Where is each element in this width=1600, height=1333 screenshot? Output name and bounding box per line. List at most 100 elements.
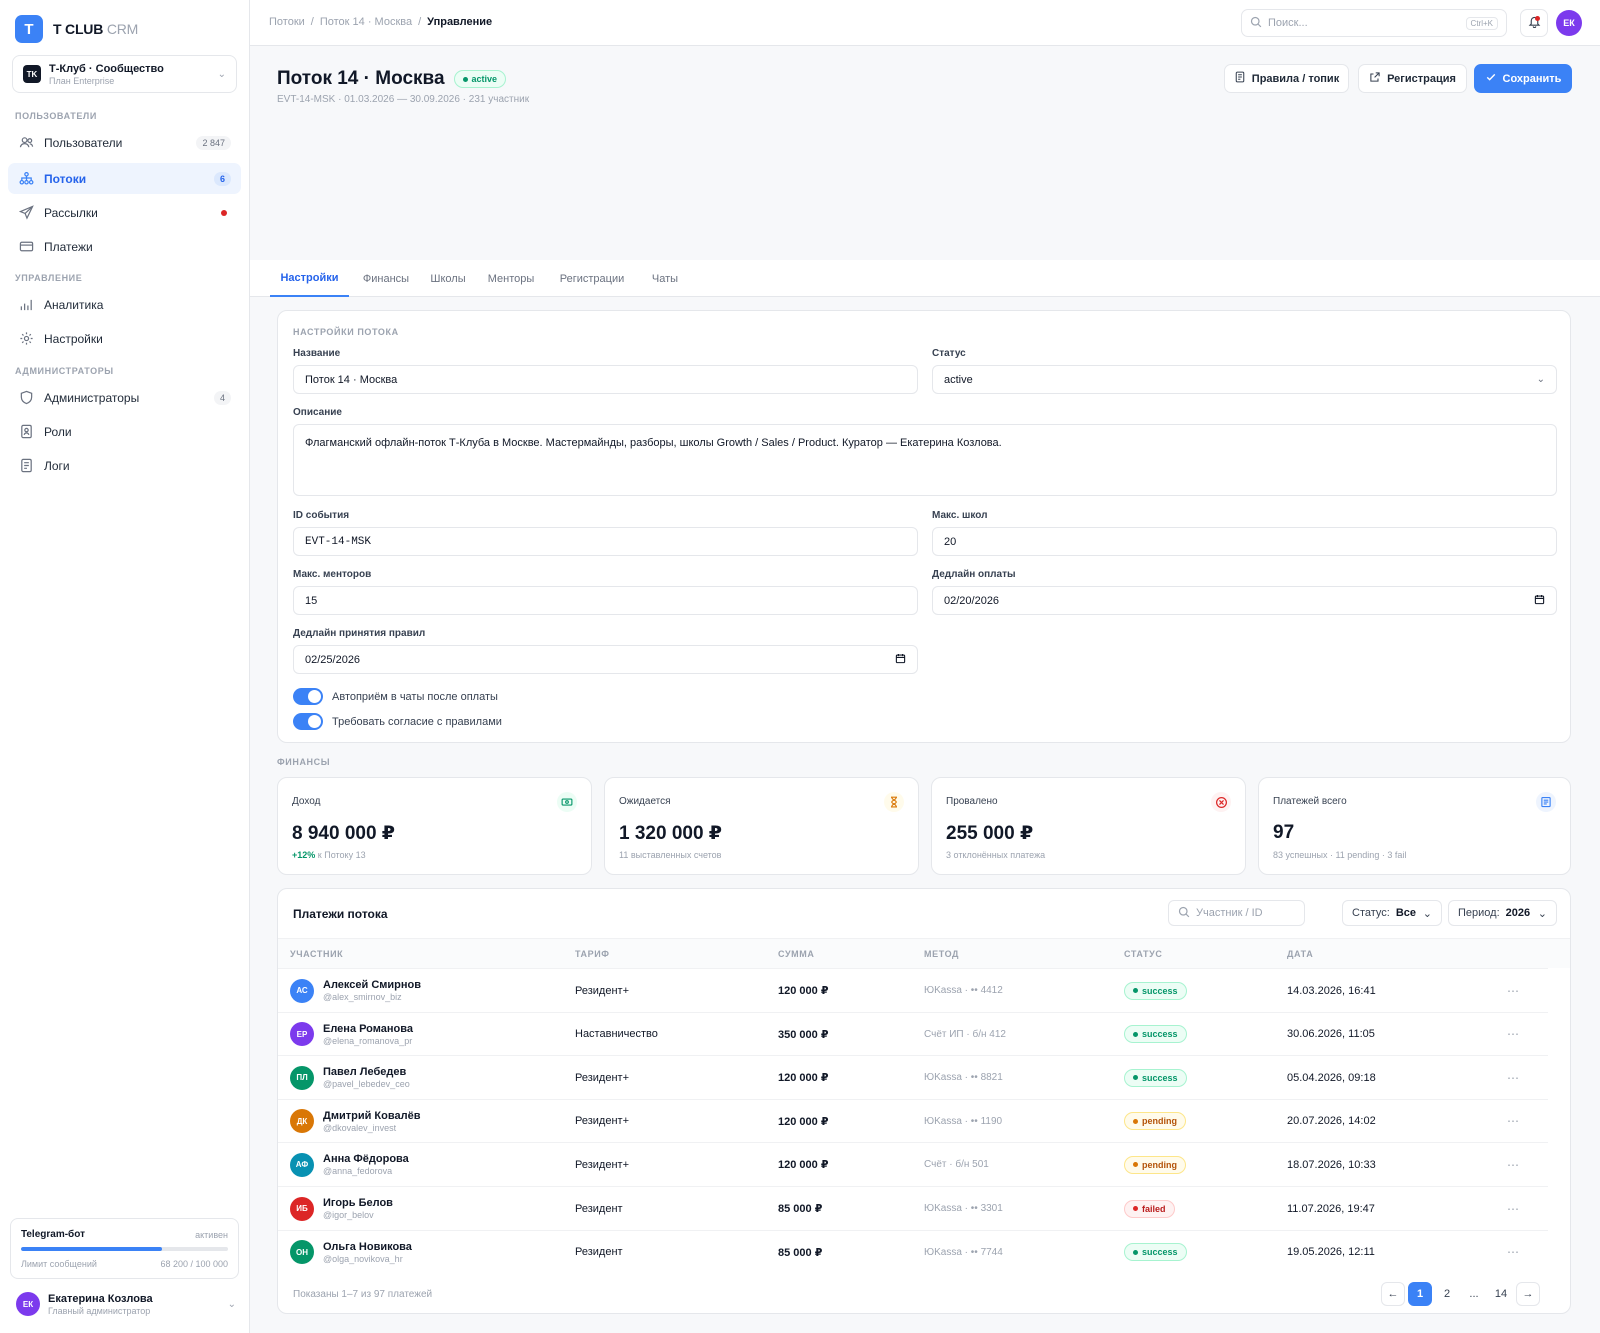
more-actions-icon[interactable]: ⋯ xyxy=(1507,1143,1520,1186)
autojoin-toggle[interactable] xyxy=(293,688,323,705)
table-row[interactable]: ЕР Елена Романова @elena_romanova_pr Настав… xyxy=(278,1011,1548,1056)
table-row[interactable]: ОН Ольга Новикова @olga_novikova_hr Резиден… xyxy=(278,1229,1548,1274)
notifications-button[interactable] xyxy=(1520,9,1548,37)
tariff-cell: Резидент+ xyxy=(575,984,629,997)
table-row[interactable]: АФ Анна Фёдорова @anna_fedorova Резидент+ 12… xyxy=(278,1142,1548,1186)
stat-label: Ожидается xyxy=(619,796,671,807)
sidebar-item-mailings[interactable]: Рассылки xyxy=(8,197,241,228)
org-plan: План Enterprise xyxy=(49,75,115,86)
tab-schools[interactable]: Школы xyxy=(422,260,474,297)
next-page-button[interactable]: → xyxy=(1516,1282,1540,1306)
event-id-input[interactable]: EVT-14-MSK xyxy=(293,527,918,556)
calendar-icon[interactable] xyxy=(1534,594,1545,608)
participant-name: Дмитрий Ковалёв xyxy=(323,1109,421,1122)
sidebar-item-label: Настройки xyxy=(44,331,103,346)
sidebar-item-analytics[interactable]: Аналитика xyxy=(8,289,241,320)
name-input[interactable]: Поток 14 · Москва xyxy=(293,365,918,394)
participant-handle: @elena_romanova_pr xyxy=(323,1035,413,1046)
calendar-icon[interactable] xyxy=(895,653,906,667)
table-row[interactable]: ПЛ Павел Лебедев @pavel_lebedev_ceo Резиден… xyxy=(278,1055,1548,1099)
logo[interactable]: T T CLUB CRM xyxy=(15,15,138,43)
stat-card-total: Платежей всего 97 83 успешных · 11 pendi… xyxy=(1258,777,1571,875)
save-button[interactable]: Сохранить xyxy=(1474,64,1572,93)
breadcrumb-item[interactable]: Потоки xyxy=(269,16,305,28)
more-actions-icon[interactable]: ⋯ xyxy=(1507,1231,1520,1274)
pagination: ← 1 2 ... 14 → xyxy=(1378,1282,1558,1306)
rules-button[interactable]: Правила / топик xyxy=(1224,64,1349,93)
more-actions-icon[interactable]: ⋯ xyxy=(1507,969,1520,1012)
sidebar-item-logs[interactable]: Логи xyxy=(8,450,241,481)
stat-value: 255 000 ₽ xyxy=(946,823,1034,844)
sidebar-item-label: Аналитика xyxy=(44,297,104,312)
chevron-down-icon: ⌄ xyxy=(1537,907,1547,920)
date-cell: 05.04.2026, 09:18 xyxy=(1287,1071,1376,1084)
more-actions-icon[interactable]: ⋯ xyxy=(1507,1100,1520,1143)
tab-registrations[interactable]: Регистрации xyxy=(551,260,633,297)
stat-sub: 11 выставленных счетов xyxy=(619,850,722,860)
notification-dot xyxy=(1535,16,1540,21)
date-cell: 30.06.2026, 11:05 xyxy=(1287,1028,1375,1041)
sidebar-item-users[interactable]: Пользователи 2 847 xyxy=(8,127,241,158)
avatar[interactable]: ЕК xyxy=(1556,10,1582,36)
status-badge: success xyxy=(1124,1068,1187,1087)
page-button-2[interactable]: 2 xyxy=(1435,1282,1459,1306)
method-cell: ЮKassa · •• 7744 xyxy=(924,1246,1003,1258)
unread-dot xyxy=(221,209,227,216)
max-mentors-input[interactable]: 15 xyxy=(293,586,918,615)
payments-search-input[interactable]: Участник / ID xyxy=(1168,900,1305,926)
tab-chats[interactable]: Чаты xyxy=(640,260,690,297)
column-header: ТАРИФ xyxy=(575,949,610,959)
more-actions-icon[interactable]: ⋯ xyxy=(1507,1187,1520,1230)
tab-settings[interactable]: Настройки xyxy=(270,260,349,297)
participant-name: Елена Романова xyxy=(323,1022,413,1035)
description-textarea[interactable]: Флагманский офлайн-поток Т-Клуба в Москв… xyxy=(293,424,1557,496)
global-search-input[interactable]: Поиск... Ctrl+K xyxy=(1241,9,1507,37)
search-icon xyxy=(1178,906,1190,921)
sidebar-item-roles[interactable]: Роли xyxy=(8,416,241,447)
users-icon xyxy=(18,135,34,151)
rules-deadline-input[interactable]: 02/25/2026 xyxy=(293,645,918,674)
description-label: Описание xyxy=(293,407,342,418)
page-button-14[interactable]: 14 xyxy=(1489,1282,1513,1306)
sidebar: T T CLUB CRM TK Т-Клуб · Сообщество План… xyxy=(0,0,250,1333)
tab-finance[interactable]: Финансы xyxy=(355,260,417,297)
sidebar-item-payments[interactable]: Платежи xyxy=(8,231,241,262)
amount-cell: 120 000 ₽ xyxy=(778,1072,829,1085)
participant-name: Ольга Новикова xyxy=(323,1240,412,1253)
prev-page-button[interactable]: ← xyxy=(1381,1282,1405,1306)
avatar: АС xyxy=(290,978,314,1003)
sidebar-item-label: Роли xyxy=(44,424,72,439)
participant-name: Анна Фёдорова xyxy=(323,1153,409,1166)
tab-mentors[interactable]: Менторы xyxy=(479,260,543,297)
stat-delta: +12% xyxy=(292,850,316,860)
period-filter[interactable]: Период: 2026 ⌄ xyxy=(1448,900,1557,926)
max-schools-input[interactable]: 20 xyxy=(932,527,1557,556)
status-filter[interactable]: Статус: Все ⌄ xyxy=(1342,900,1442,926)
stat-value: 97 xyxy=(1273,822,1295,843)
org-switcher[interactable]: TK Т-Клуб · Сообщество План Enterprise ⌄ xyxy=(12,55,237,93)
registration-button[interactable]: Регистрация xyxy=(1358,64,1467,93)
status-badge: failed xyxy=(1124,1199,1175,1218)
search-icon xyxy=(1250,16,1262,31)
user-role: Главный администратор xyxy=(48,1305,151,1316)
breadcrumb-item[interactable]: Поток 14 · Москва xyxy=(320,16,412,28)
table-row[interactable]: ИБ Игорь Белов @igor_belov Резидент 85 000 ₽… xyxy=(278,1186,1548,1230)
more-actions-icon[interactable]: ⋯ xyxy=(1507,1056,1520,1099)
date-cell: 14.03.2026, 16:41 xyxy=(1287,984,1376,997)
more-actions-icon[interactable]: ⋯ xyxy=(1507,1013,1520,1056)
rules-consent-toggle[interactable] xyxy=(293,713,323,730)
status-badge: pending xyxy=(1124,1155,1186,1174)
current-user[interactable]: ЕК Екатерина Козлова Главный администрат… xyxy=(16,1292,236,1316)
brand-name: T CLUB xyxy=(53,21,104,37)
sidebar-item-streams[interactable]: Потоки 6 xyxy=(8,163,241,194)
page-button-1[interactable]: 1 xyxy=(1408,1282,1432,1306)
bot-title: Telegram-бот xyxy=(21,1229,85,1240)
status-select[interactable]: active ⌄ xyxy=(932,365,1557,394)
tariff-cell: Резидент+ xyxy=(575,1115,629,1128)
table-row[interactable]: ДК Дмитрий Ковалёв @dkovalev_invest Резиден… xyxy=(278,1098,1548,1143)
sidebar-item-admins[interactable]: Администраторы 4 xyxy=(8,382,241,413)
sidebar-item-settings[interactable]: Настройки xyxy=(8,323,241,354)
payment-deadline-input[interactable]: 02/20/2026 xyxy=(932,586,1557,615)
hourglass-icon xyxy=(884,792,904,812)
table-row[interactable]: АС Алексей Смирнов @alex_smirnov_biz Резиде… xyxy=(278,968,1548,1012)
